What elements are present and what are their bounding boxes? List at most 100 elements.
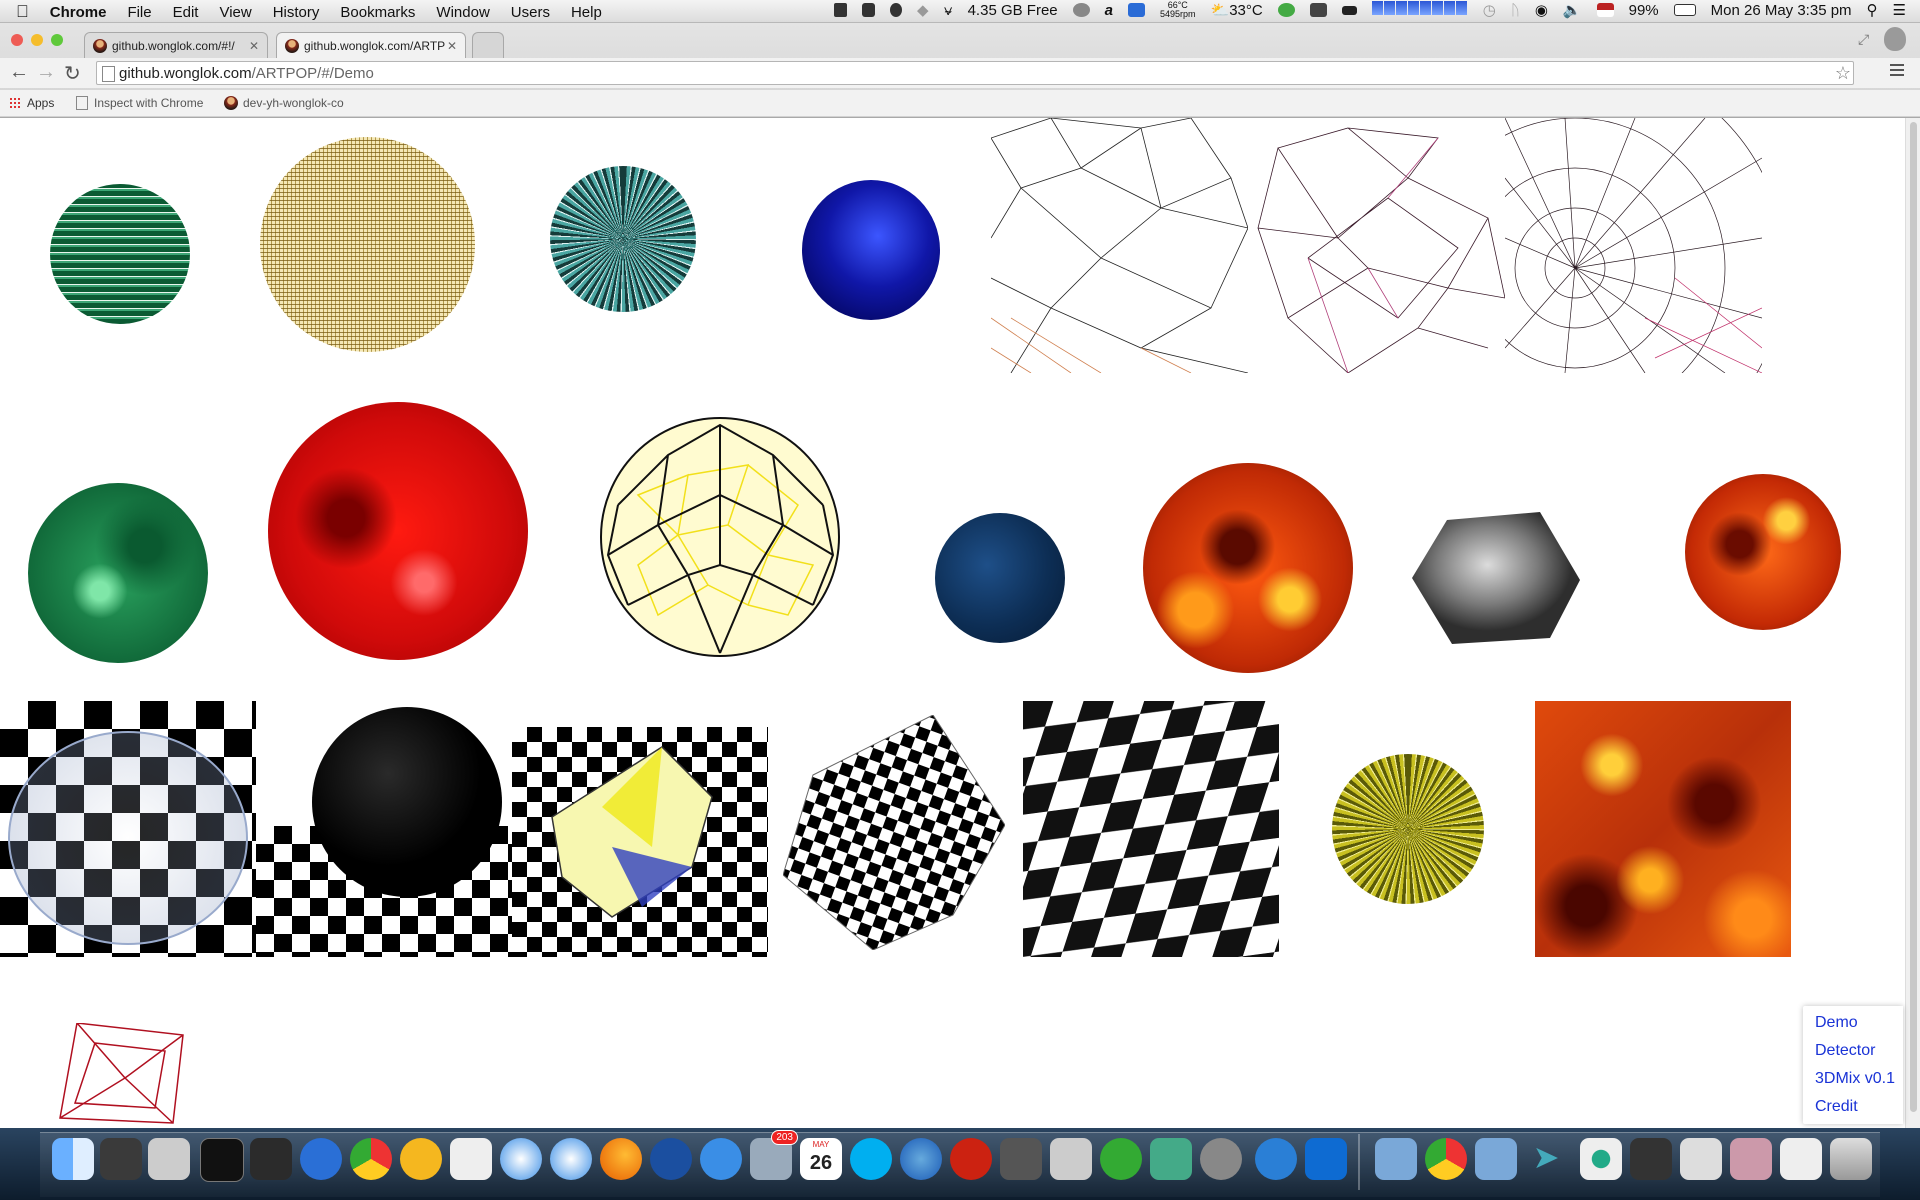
us-flag-icon[interactable] (1596, 3, 1614, 17)
firefox-icon[interactable] (600, 1138, 642, 1180)
minimize-window-button[interactable] (31, 34, 43, 46)
drive-icon[interactable] (834, 3, 848, 17)
art-canvas-wire-vortex[interactable] (1364, 118, 1786, 479)
menu-history[interactable]: History (273, 4, 320, 21)
forward-icon[interactable]: → (36, 61, 56, 84)
trash-icon[interactable] (1830, 1138, 1872, 1180)
address-bar[interactable]: github.wonglok.com/ARTPOP/#/Demo ☆ (96, 61, 1854, 85)
art-canvas-green-wire-sphere[interactable] (50, 184, 190, 324)
itunes-icon[interactable] (900, 1138, 942, 1180)
finder-icon[interactable] (52, 1138, 94, 1180)
close-window-button[interactable] (11, 34, 23, 46)
tab-github-home[interactable]: github.wonglok.com/#!/ ✕ (84, 32, 268, 58)
nav-link-3dmix[interactable]: 3DMix v0.1 (1815, 1068, 1903, 1090)
art-canvas-checker-black-sphere[interactable] (256, 701, 512, 957)
menu-edit[interactable]: Edit (173, 4, 199, 21)
teamviewer-icon[interactable] (1305, 1138, 1347, 1180)
photo-stack-icon[interactable] (1730, 1138, 1772, 1180)
quicktime-icon[interactable] (950, 1138, 992, 1180)
close-tab-icon[interactable]: ✕ (447, 39, 457, 53)
art-canvas-checker-plane[interactable] (1023, 701, 1279, 957)
hs-icon[interactable] (1100, 1138, 1142, 1180)
art-canvas-red-marble-sphere[interactable] (266, 400, 530, 664)
photos-icon[interactable] (1050, 1138, 1092, 1180)
bookmark-inspect[interactable]: Inspect with Chrome (76, 96, 203, 110)
applications-folder-icon[interactable] (1375, 1138, 1417, 1180)
github-app-icon[interactable] (1000, 1138, 1042, 1180)
html5-book-icon[interactable] (1630, 1138, 1672, 1180)
safari-beta-icon[interactable] (550, 1138, 592, 1180)
bluetooth-icon[interactable]: ᚢ (1511, 2, 1520, 19)
menu-help[interactable]: Help (571, 4, 602, 21)
dashboard-icon[interactable] (100, 1138, 142, 1180)
file-stack-icon[interactable] (1780, 1138, 1822, 1180)
headphones-icon[interactable]: ⍱ (944, 2, 953, 19)
menu-app-name[interactable]: Chrome (50, 4, 107, 21)
notification-center-icon[interactable]: ☰ (1893, 1, 1906, 19)
monitor-icon[interactable] (1309, 3, 1327, 17)
terminal-icon[interactable] (200, 1138, 244, 1182)
activity-graph-icon[interactable] (1371, 1, 1468, 19)
disk-free-label[interactable]: 4.35 GB Free (968, 2, 1058, 19)
skype-icon[interactable] (850, 1138, 892, 1180)
art-canvas-green-marble-sphere[interactable] (28, 483, 210, 665)
art-canvas-gold-wire-sphere[interactable] (255, 132, 480, 357)
apple-icon[interactable]:  (16, 2, 29, 22)
art-canvas-wire-triangles-pink[interactable] (1248, 118, 1506, 374)
art-canvas-geodesic-sphere[interactable] (598, 415, 843, 660)
menu-icon[interactable] (1890, 61, 1904, 76)
chrome-icon[interactable] (350, 1138, 392, 1180)
close-tab-icon[interactable]: ✕ (249, 39, 259, 53)
art-canvas-wire-triangles-orange[interactable] (990, 118, 1249, 374)
disk-icon[interactable] (1072, 3, 1090, 17)
menu-bookmarks[interactable]: Bookmarks (340, 4, 415, 21)
skype-bird-icon[interactable] (700, 1138, 742, 1180)
alpha-icon[interactable]: a (1105, 2, 1113, 19)
calendar-icon[interactable]: MAY 26 (800, 1138, 842, 1180)
art-canvas-navy-sphere[interactable] (935, 513, 1067, 645)
nav-link-demo[interactable]: Demo (1815, 1012, 1903, 1034)
art-canvas-lava-texture[interactable] (1535, 701, 1791, 957)
spotlight-icon[interactable]: ⚲ (1867, 1, 1878, 19)
menu-users[interactable]: Users (511, 4, 550, 21)
time-machine-icon[interactable]: ◷ (1483, 1, 1496, 19)
star-icon[interactable]: ☆ (1835, 61, 1851, 85)
fan-readout[interactable]: 66°C 5495rpm (1160, 1, 1196, 19)
art-canvas-checker-crystal[interactable] (512, 727, 768, 957)
screen-icon[interactable] (1150, 1138, 1192, 1180)
preview-icon[interactable] (148, 1138, 190, 1180)
downloads-folder-icon[interactable] (1475, 1138, 1517, 1180)
back-icon[interactable]: ← (9, 61, 29, 84)
notification-icon[interactable]: ◆ (917, 1, 929, 19)
firefox-aurora-icon[interactable] (650, 1138, 692, 1180)
new-tab-button[interactable] (472, 32, 504, 58)
wifi-icon[interactable]: ◉ (1535, 1, 1548, 19)
cpu-icon[interactable] (1277, 3, 1295, 17)
art-canvas-teal-spiky-ball[interactable] (538, 154, 708, 329)
document-stack-icon[interactable] (1680, 1138, 1722, 1180)
nav-link-detector[interactable]: Detector (1815, 1040, 1903, 1062)
menu-file[interactable]: File (127, 4, 151, 21)
art-canvas-lava-small-sphere[interactable] (1685, 474, 1843, 632)
dev-tool-icon[interactable] (300, 1138, 342, 1180)
green-ball-icon[interactable] (1580, 1138, 1622, 1180)
fullscreen-icon[interactable]: ⤢ (1858, 31, 1869, 48)
art-canvas-olive-spiky-ball[interactable] (1328, 750, 1488, 908)
memory-icon[interactable] (1341, 5, 1357, 15)
reload-icon[interactable]: ↻ (64, 61, 81, 86)
menu-view[interactable]: View (219, 4, 251, 21)
art-canvas-red-wire-cube[interactable] (55, 1022, 190, 1128)
ie-icon[interactable] (1255, 1138, 1297, 1180)
weather-readout[interactable]: ⛅33°C (1211, 1, 1263, 19)
bookmark-dev[interactable]: dev-yh-wonglok-co (224, 96, 344, 110)
chrome-canary-icon[interactable] (400, 1138, 442, 1180)
mail-icon[interactable]: 203 (750, 1130, 798, 1180)
menu-window[interactable]: Window (436, 4, 489, 21)
system-preferences-icon[interactable] (1200, 1138, 1242, 1180)
battery-percent[interactable]: 99% (1629, 2, 1659, 19)
battery-icon[interactable] (1673, 4, 1696, 16)
volume-icon[interactable]: 🔈 (1563, 1, 1582, 19)
art-canvas-checker-polyhedron[interactable] (782, 714, 1006, 951)
bird-app-icon[interactable]: ➤ (1525, 1138, 1567, 1180)
evernote-icon[interactable] (890, 3, 903, 17)
